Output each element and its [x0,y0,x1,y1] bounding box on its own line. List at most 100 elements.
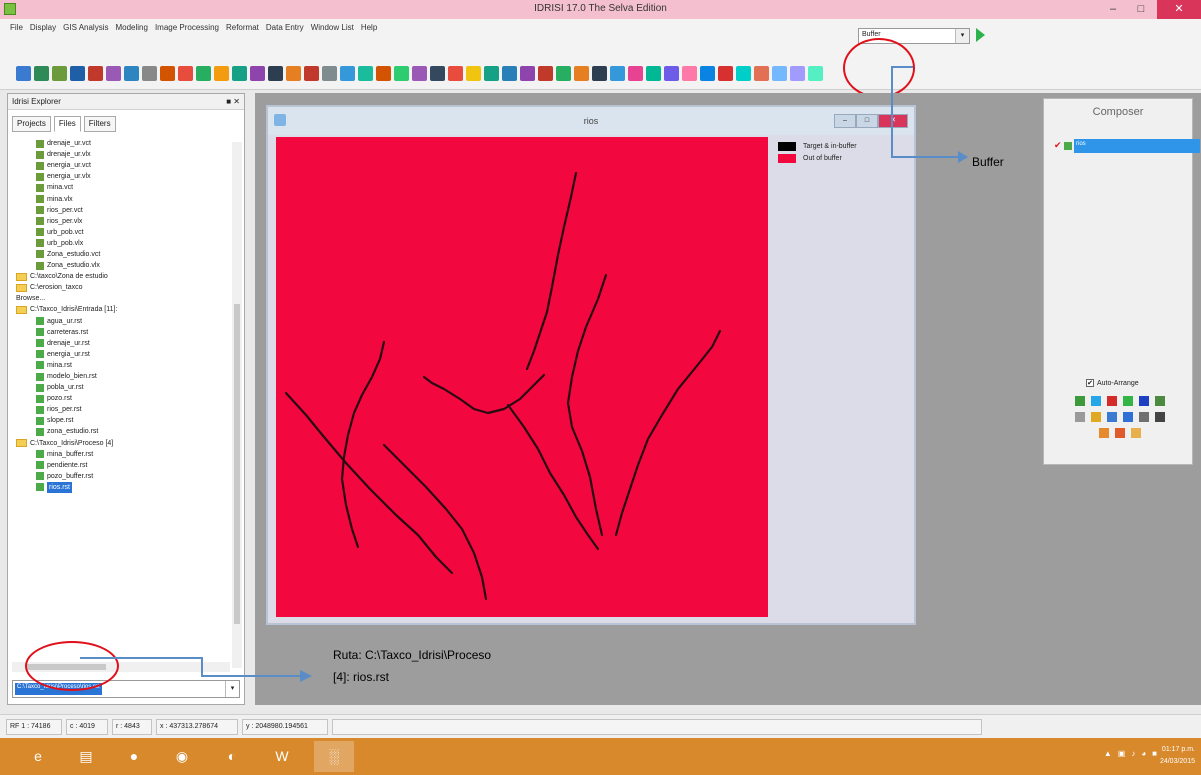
text-box-icon[interactable] [1107,412,1117,422]
tray-up-icon[interactable]: ▲ [1104,749,1112,758]
close-button[interactable]: ✕ [1157,0,1201,19]
firefox-icon[interactable]: ● [114,741,154,772]
toolbar-tool-icon[interactable] [304,66,319,81]
copy-layer-icon[interactable] [1155,396,1165,406]
checkbox-icon[interactable]: ✔ [1086,379,1094,387]
tree-file[interactable]: pozo.rst [12,393,230,404]
composer-layer-rios[interactable]: rios [1074,139,1200,153]
map-minimize-button[interactable]: – [834,114,856,128]
toolbar-tool-icon[interactable] [700,66,715,81]
toolbar-tool-icon[interactable] [466,66,481,81]
toolbar-tool-icon[interactable] [520,66,535,81]
tree-file[interactable]: Browse... [12,293,230,304]
toolbar-tool-icon[interactable] [340,66,355,81]
cut-icon[interactable] [1155,412,1165,422]
chrome-icon[interactable]: ◉ [162,741,202,772]
toolbar-tool-icon[interactable] [358,66,373,81]
toolbar-tool-icon[interactable] [178,66,193,81]
toolbar-tool-icon[interactable] [88,66,103,81]
toolbar-tool-icon[interactable] [70,66,85,81]
toolbar-tool-icon[interactable] [250,66,265,81]
map-maximize-button[interactable]: □ [856,114,878,128]
green-layer-icon[interactable] [1123,396,1133,406]
tree-file[interactable]: rios_per.rst [12,404,230,415]
toolbar-tool-icon[interactable] [106,66,121,81]
media-icon[interactable]: ◐ [212,741,252,772]
red-layer-icon[interactable] [1107,396,1117,406]
tree-file[interactable]: pozo_buffer.rst [12,471,230,482]
toolbar-tool-icon[interactable] [448,66,463,81]
toolbar-tool-icon[interactable] [160,66,175,81]
tree-file[interactable]: urb_pob.vct [12,227,230,238]
minimize-button[interactable]: – [1100,0,1126,19]
menu-file[interactable]: File [10,23,23,32]
chevron-down-icon[interactable]: ▾ [955,29,969,43]
menu-window-list[interactable]: Window List [311,23,354,32]
menu-modeling[interactable]: Modeling [115,23,147,32]
toolbar-tool-icon[interactable] [322,66,337,81]
tree-file[interactable]: energia_ur.vlx [12,171,230,182]
save-icon[interactable] [1123,412,1133,422]
maximize-button[interactable]: □ [1128,0,1154,19]
toolbar-tool-icon[interactable] [718,66,733,81]
tree-file[interactable]: rios_per.vlx [12,216,230,227]
menu-data-entry[interactable]: Data Entry [266,23,304,32]
tree-file[interactable]: Zona_estudio.vct [12,249,230,260]
tree-file[interactable]: rios.rst [12,481,230,493]
toolbar-tool-icon[interactable] [52,66,67,81]
toolbar-tool-icon[interactable] [808,66,823,81]
dark-blue-layer-icon[interactable] [1139,396,1149,406]
toolbar-tool-icon[interactable] [646,66,661,81]
tree-folder[interactable]: C:\Taxco_Idrisi\Entrada [11]: [12,304,230,315]
run-play-icon[interactable] [976,28,985,42]
file-explorer-icon[interactable]: ▤ [66,741,106,772]
tree-file[interactable]: energia_ur.rst [12,349,230,360]
tray-network-icon[interactable]: ▣ [1118,749,1126,758]
word-icon[interactable]: W [262,741,302,772]
tree-scroll-thumb[interactable] [234,304,240,624]
tree-file[interactable]: drenaje_ur.rst [12,338,230,349]
properties-icon[interactable] [1075,412,1085,422]
toolbar-tool-icon[interactable] [682,66,697,81]
menu-reformat[interactable]: Reformat [226,23,259,32]
tree-file[interactable]: mina_buffer.rst [12,449,230,460]
pan-icon[interactable] [1131,428,1141,438]
tree-file[interactable]: mina.rst [12,360,230,371]
toolbar-tool-icon[interactable] [394,66,409,81]
toolbar-tool-icon[interactable] [772,66,787,81]
print-icon[interactable] [1139,412,1149,422]
tab-files[interactable]: Files [53,116,81,132]
auto-arrange-checkbox[interactable]: ✔ Auto-Arrange [1086,379,1139,387]
map-canvas[interactable] [276,137,768,617]
idrisi-taskbar-icon[interactable]: ░ [314,741,354,772]
tree-file[interactable]: Zona_estudio.vlx [12,260,230,271]
tree-file[interactable]: drenaje_ur.vct [12,138,230,149]
toolbar-tool-icon[interactable] [502,66,517,81]
tree-folder[interactable]: C:\taxco\Zona de estudio [12,271,230,282]
tree-file[interactable]: urb_pob.vlx [12,238,230,249]
toolbar-tool-icon[interactable] [556,66,571,81]
menu-display[interactable]: Display [30,23,56,32]
menu-help[interactable]: Help [361,23,377,32]
tree-file[interactable]: pobla_ur.rst [12,382,230,393]
tree-folder[interactable]: C:\erosion_taxco [12,282,230,293]
toolbar-tool-icon[interactable] [574,66,589,81]
toolbar-tool-icon[interactable] [196,66,211,81]
tab-filters[interactable]: Filters [83,116,116,132]
zoom-icon[interactable] [1115,428,1125,438]
ie-icon[interactable]: e [18,741,58,772]
toolbar-tool-icon[interactable] [268,66,283,81]
tree-file[interactable]: slope.rst [12,415,230,426]
tree-file[interactable]: energia_ur.vct [12,160,230,171]
toolbar-tool-icon[interactable] [34,66,49,81]
toolbar-tool-icon[interactable] [286,66,301,81]
tree-file[interactable]: modelo_bien.rst [12,371,230,382]
map-close-button[interactable]: ✕ [878,114,908,128]
toolbar-tool-icon[interactable] [214,66,229,81]
tree-file[interactable]: rios_per.vct [12,205,230,216]
blue-layer-icon[interactable] [1091,396,1101,406]
toolbar-tool-icon[interactable] [754,66,769,81]
tree-file[interactable]: zona_estudio.rst [12,426,230,437]
tree-file[interactable]: pendiente.rst [12,460,230,471]
toolbar-tool-icon[interactable] [790,66,805,81]
